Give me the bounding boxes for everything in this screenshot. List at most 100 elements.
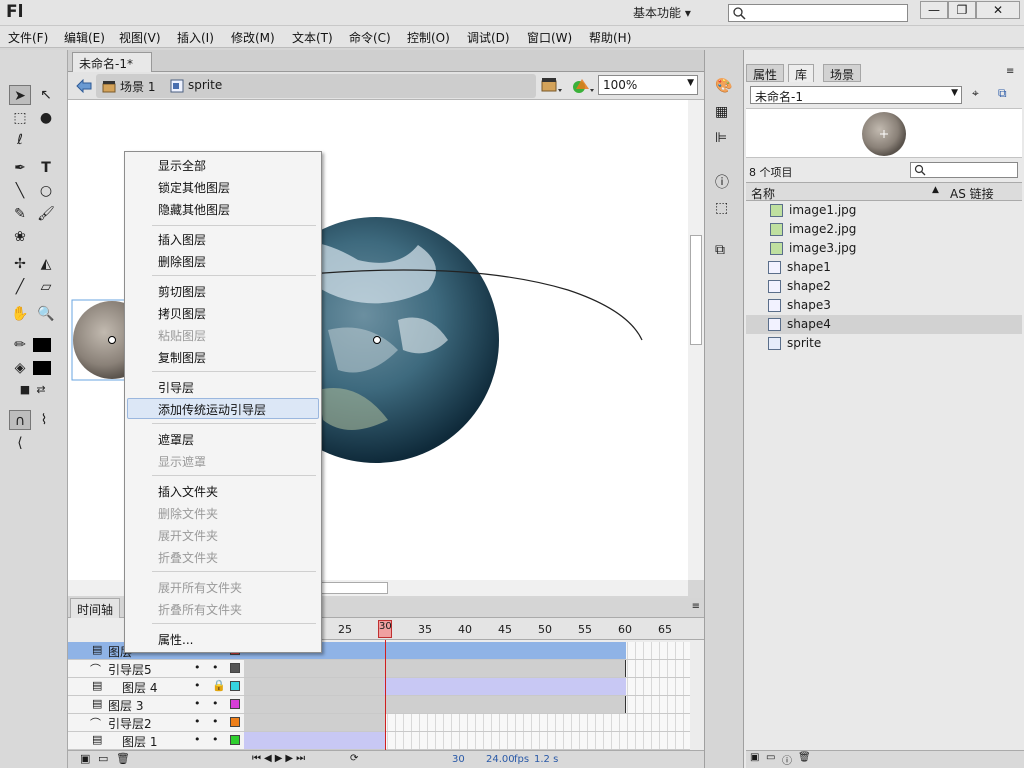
delete-layer-icon[interactable]: 🗑	[116, 752, 130, 765]
deco-tool-icon[interactable]: ❀	[9, 227, 31, 247]
delete-icon[interactable]: 🗑	[798, 752, 811, 763]
vertical-scroll-thumb[interactable]	[690, 235, 702, 345]
library-item[interactable]: shape2	[746, 277, 1022, 296]
minimize-button[interactable]: —	[920, 1, 948, 19]
bone-tool-icon[interactable]: ✢	[9, 254, 31, 274]
timeline-tab[interactable]: 时间轴	[70, 598, 121, 618]
context-menu-item[interactable]: 遮罩层	[158, 431, 194, 448]
lock-toggle[interactable]: •	[212, 733, 219, 746]
layer-row[interactable]: ▤ 图层 1 • •	[68, 732, 244, 750]
components-panel-icon[interactable]: ⧉	[715, 242, 735, 260]
layer-row[interactable]: ⌒ 引导层2 • •	[68, 714, 244, 732]
close-button[interactable]: ✕	[976, 1, 1020, 19]
context-menu-item[interactable]: 复制图层	[158, 349, 206, 366]
context-menu-item[interactable]: 引导层	[158, 379, 194, 396]
breadcrumb-symbol[interactable]: sprite	[188, 78, 222, 92]
panel-menu-icon[interactable]: ≡	[692, 601, 700, 612]
free-transform-tool-icon[interactable]: ⬚	[9, 108, 31, 128]
panel-menu-icon[interactable]: ≡	[1006, 66, 1014, 77]
frame-span[interactable]	[244, 678, 626, 695]
lock-toggle[interactable]: •	[212, 661, 219, 674]
context-menu-item[interactable]: 剪切图层	[158, 283, 206, 300]
lock-toggle[interactable]: •	[212, 697, 219, 710]
layer-outline-color[interactable]	[230, 717, 240, 727]
menu-edit[interactable]: 编辑(E)	[64, 29, 105, 46]
workspace-switcher[interactable]: 基本功能 ▾	[633, 4, 691, 21]
layer-frames[interactable]	[244, 678, 690, 696]
brush-tool-icon[interactable]: 🖌	[35, 204, 57, 224]
maximize-button[interactable]: ❐	[948, 1, 976, 19]
context-menu-item[interactable]: 属性...	[158, 631, 193, 648]
library-item[interactable]: image2.jpg	[746, 220, 1022, 239]
frame-span[interactable]	[244, 714, 386, 731]
frame-span[interactable]	[244, 696, 626, 713]
context-menu-item[interactable]: 隐藏其他图层	[158, 201, 230, 218]
visibility-toggle[interactable]: •	[194, 715, 201, 728]
menu-debug[interactable]: 调试(D)	[467, 29, 510, 46]
layer-row[interactable]: ⌒ 引导层5 • •	[68, 660, 244, 678]
selection-tool-icon[interactable]: ➤	[9, 85, 31, 105]
playback-controls[interactable]: ⏮◀▶▶⏭	[252, 753, 308, 764]
menu-window[interactable]: 窗口(W)	[527, 29, 572, 46]
menu-view[interactable]: 视图(V)	[119, 29, 161, 46]
layer-name[interactable]: 图层 4	[122, 679, 157, 696]
playhead[interactable]: 30	[378, 620, 392, 638]
menu-file[interactable]: 文件(F)	[8, 29, 48, 46]
layer-frames[interactable]	[244, 714, 690, 732]
menu-help[interactable]: 帮助(H)	[589, 29, 631, 46]
pin-library-icon[interactable]: ⌖	[972, 86, 979, 101]
visibility-toggle[interactable]: •	[194, 733, 201, 746]
tab-scene[interactable]: 场景	[823, 64, 862, 82]
context-menu-item[interactable]: 删除图层	[158, 253, 206, 270]
context-menu-item[interactable]: 插入文件夹	[158, 483, 218, 500]
library-item[interactable]: image3.jpg	[746, 239, 1022, 258]
smooth-icon[interactable]: ⌇	[33, 410, 55, 430]
stage-vertical-scrollbar[interactable]	[688, 100, 704, 580]
lasso-tool-icon[interactable]: ℓ	[9, 130, 31, 150]
library-item[interactable]: shape4	[746, 315, 1022, 334]
3d-rotation-tool-icon[interactable]: ●	[35, 108, 57, 128]
straighten-icon[interactable]: ⟨	[9, 433, 31, 453]
subselection-tool-icon[interactable]: ↖	[35, 85, 57, 105]
snap-to-objects-icon[interactable]: ∩	[9, 410, 31, 430]
context-menu-item[interactable]: 显示全部	[158, 157, 206, 174]
visibility-toggle[interactable]: •	[194, 679, 201, 692]
context-menu-item[interactable]: 锁定其他图层	[158, 179, 230, 196]
menu-insert[interactable]: 插入(I)	[177, 29, 214, 46]
menu-control[interactable]: 控制(O)	[407, 29, 450, 46]
new-folder-icon[interactable]: ▭	[98, 752, 108, 765]
transform-panel-icon[interactable]: ⬚	[715, 200, 735, 218]
swatches-panel-icon[interactable]: ▦	[715, 104, 735, 122]
edit-symbols-icon[interactable]	[571, 76, 595, 96]
layer-outline-color[interactable]	[230, 663, 240, 673]
tab-library[interactable]: 库	[788, 64, 815, 82]
back-arrow-icon[interactable]	[76, 79, 92, 93]
current-frame[interactable]: 30	[452, 754, 465, 765]
zoom-tool-icon[interactable]: 🔍	[35, 304, 57, 324]
lock-toggle[interactable]: •	[212, 715, 219, 728]
layer-name[interactable]: 图层 1	[122, 733, 157, 750]
paint-bucket-tool-icon[interactable]: ◭	[35, 254, 57, 274]
context-menu-item[interactable]: 拷贝图层	[158, 305, 206, 322]
library-item[interactable]: shape3	[746, 296, 1022, 315]
layer-name[interactable]: 引导层5	[108, 661, 152, 678]
sort-up-icon[interactable]: ▲	[932, 185, 939, 195]
tab-properties[interactable]: 属性	[746, 64, 785, 82]
menu-modify[interactable]: 修改(M)	[231, 29, 275, 46]
layer-outline-color[interactable]	[230, 681, 240, 691]
layer-name[interactable]: 引导层2	[108, 715, 152, 732]
layer-row[interactable]: ▤ 图层 3 • •	[68, 696, 244, 714]
new-library-panel-icon[interactable]: ⧉	[998, 86, 1007, 101]
stroke-color-swatch[interactable]	[33, 338, 51, 352]
pen-tool-icon[interactable]: ✒	[9, 158, 31, 178]
align-panel-icon[interactable]: ⊫	[715, 130, 735, 148]
new-layer-icon[interactable]: ▣	[80, 752, 90, 765]
edit-scene-icon[interactable]	[539, 76, 563, 96]
layer-name[interactable]: 图层 3	[108, 697, 143, 714]
fill-color-swatch[interactable]	[33, 361, 51, 375]
lock-icon[interactable]: 🔒	[212, 679, 226, 692]
library-search-input[interactable]	[910, 162, 1018, 178]
oval-tool-icon[interactable]: ○	[35, 181, 57, 201]
new-folder-icon[interactable]: ▭	[766, 752, 775, 763]
document-tab[interactable]: 未命名-1* ×	[72, 52, 152, 86]
